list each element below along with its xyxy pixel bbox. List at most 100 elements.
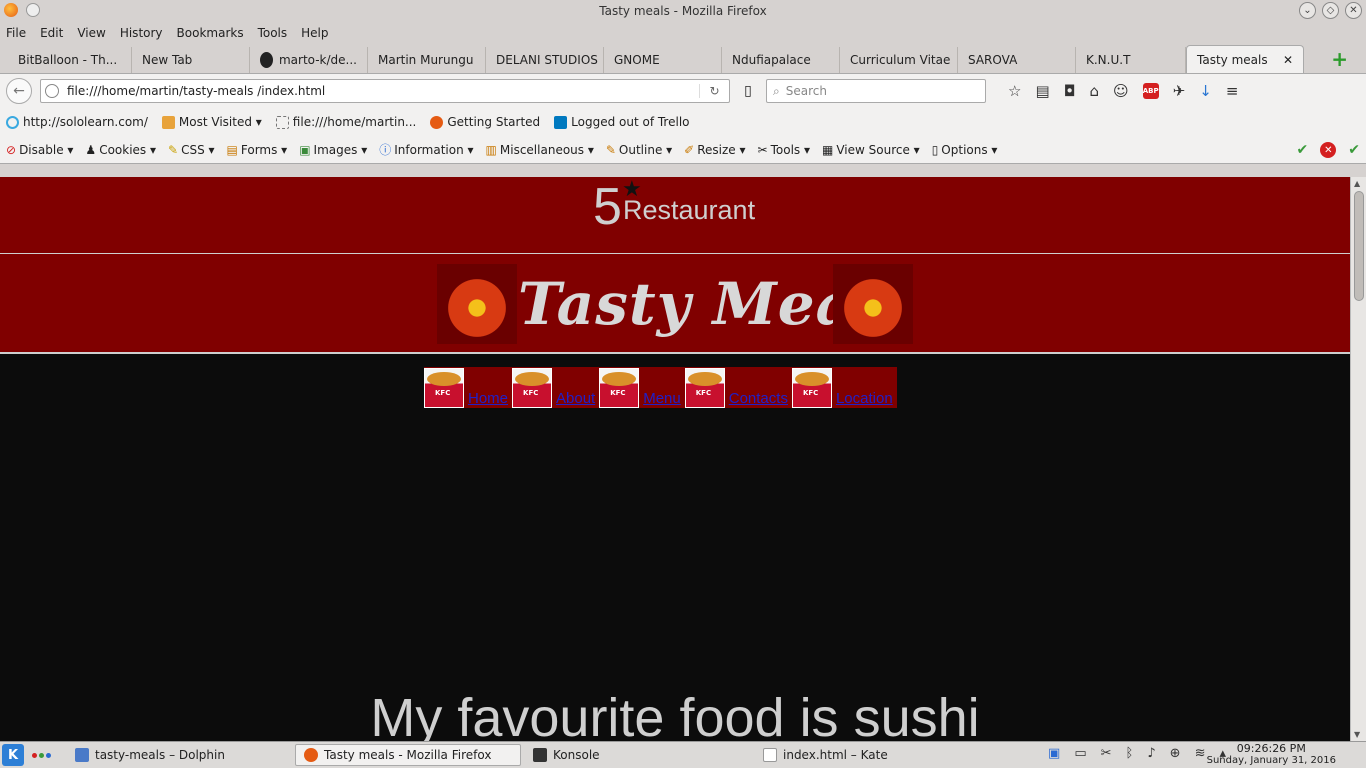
bookmark-star-icon[interactable]: ☆ [1008, 82, 1021, 100]
bluetooth-icon[interactable]: ᛒ [1126, 746, 1134, 761]
bookmark-trello[interactable]: Logged out of Trello [554, 115, 690, 129]
tab-martin-murungu[interactable]: Martin Murungu [368, 47, 486, 73]
tab-label: DELANI STUDIOS [496, 53, 598, 67]
task-konsole[interactable]: Konsole [525, 744, 753, 766]
home-icon[interactable]: ⌂ [1090, 82, 1100, 100]
dev-css-menu[interactable]: ✎ CSS ▾ [168, 143, 215, 157]
menu-tools[interactable]: Tools [258, 26, 288, 40]
scrollbar-thumb[interactable] [1354, 191, 1364, 301]
bookmark-most-visited[interactable]: Most Visited ▾ [161, 115, 262, 129]
dev-resize-menu[interactable]: ✐ Resize ▾ [684, 143, 745, 157]
tab-curriculum-vitae[interactable]: Curriculum Vitae [840, 47, 958, 73]
dev-outline-menu[interactable]: ✎ Outline ▾ [606, 143, 672, 157]
new-tab-button[interactable]: + [1331, 49, 1348, 69]
download-icon[interactable]: ↓ [1199, 82, 1212, 100]
activities-icon[interactable] [32, 752, 51, 758]
web-developer-toolbar: ⊘ Disable ▾ ♟ Cookies ▾ ✎ CSS ▾ ▤ Forms ▾ ▣ I… [0, 136, 1366, 164]
tab-new-tab[interactable]: New Tab [132, 47, 250, 73]
close-window-button[interactable]: ✕ [1345, 2, 1362, 19]
firefox-icon [304, 748, 318, 762]
brand-header: Tasty Meals [0, 254, 1350, 354]
tab-ndufiapalace[interactable]: Ndufiapalace [722, 47, 840, 73]
search-input[interactable]: ⌕ Search [766, 79, 986, 103]
maximize-button[interactable]: ◇ [1322, 2, 1339, 19]
dev-images-menu[interactable]: ▣ Images ▾ [299, 143, 367, 157]
menu-edit[interactable]: Edit [40, 26, 63, 40]
menu-file[interactable]: File [6, 26, 26, 40]
back-button[interactable]: ← [6, 78, 32, 104]
dev-options-menu[interactable]: ▯ Options ▾ [932, 143, 998, 157]
site-identity-icon[interactable] [45, 84, 59, 98]
menu-history[interactable]: History [120, 26, 163, 40]
dev-forms-menu[interactable]: ▤ Forms ▾ [227, 143, 288, 157]
page-scrollbar[interactable]: ▲ ▼ [1350, 177, 1366, 741]
tab-bitballoon[interactable]: BitBalloon - Th... [8, 47, 132, 73]
dev-tools-menu[interactable]: ✂ Tools ▾ [758, 143, 810, 157]
clipboard-icon[interactable]: ▭ [1074, 746, 1086, 761]
reload-icon[interactable]: ↻ [699, 84, 729, 98]
task-kate[interactable]: index.html – Kate [755, 744, 983, 766]
nav-link-home[interactable]: Home [464, 390, 512, 408]
validate-check-icon[interactable]: ✔ [1348, 142, 1360, 158]
validate-error-icon[interactable]: ✕ [1320, 142, 1337, 158]
klipper-icon[interactable]: ✂ [1101, 746, 1112, 761]
tab-delani-studios[interactable]: DELANI STUDIOS [486, 47, 604, 73]
menu-bookmarks[interactable]: Bookmarks [177, 26, 244, 40]
minimize-button[interactable]: ⌄ [1299, 2, 1316, 19]
kde-menu-icon[interactable]: K [2, 744, 24, 766]
nav-link-location[interactable]: Location [832, 390, 897, 408]
dev-information-menu[interactable]: ⓘ Information ▾ [379, 141, 473, 158]
reader-view-icon[interactable]: ▯ [738, 83, 758, 99]
adblock-icon[interactable]: ABP [1142, 83, 1159, 99]
network-icon[interactable]: ⊕ [1170, 746, 1181, 761]
burger-image-left [437, 264, 517, 344]
close-tab-icon[interactable]: ✕ [1283, 53, 1293, 67]
dev-disable-menu[interactable]: ⊘ Disable ▾ [6, 143, 73, 157]
tab-label: Tasty meals [1197, 52, 1268, 67]
tab-marto-k[interactable]: marto-k/de... [250, 47, 368, 73]
information-icon: ⓘ [379, 143, 392, 157]
tab-tasty-meals[interactable]: Tasty meals ✕ [1186, 45, 1304, 73]
tab-knut[interactable]: K.N.U.T [1076, 47, 1186, 73]
volume-icon[interactable]: ♪ [1147, 746, 1155, 761]
dev-menu-label: Miscellaneous ▾ [499, 142, 594, 157]
tab-gnome[interactable]: GNOME [604, 47, 722, 73]
nav-link-contacts[interactable]: Contacts [725, 390, 792, 408]
bookmark-file[interactable]: file:///home/martin... [275, 115, 416, 129]
nav-link-menu[interactable]: Menu [639, 390, 685, 408]
dev-menu-label: Resize ▾ [697, 142, 746, 157]
menu-view[interactable]: View [77, 26, 105, 40]
dev-cookies-menu[interactable]: ♟ Cookies ▾ [85, 143, 156, 157]
dev-menu-label: Forms ▾ [240, 142, 288, 157]
kfc-bucket-image [599, 368, 640, 408]
tab-sarova[interactable]: SAROVA [958, 47, 1076, 73]
images-icon: ▣ [299, 142, 311, 157]
tab-label: New Tab [142, 53, 193, 67]
validate-ok-icon[interactable]: ✔ [1297, 142, 1309, 158]
scroll-down-icon[interactable]: ▼ [1354, 730, 1360, 739]
dev-miscellaneous-menu[interactable]: ▥ Miscellaneous ▾ [486, 143, 594, 157]
pin-icon[interactable] [26, 3, 40, 17]
wifi-icon[interactable]: ≋ [1195, 746, 1206, 761]
kfc-bucket-image [512, 368, 553, 408]
clock[interactable]: 09:26:26 PM Sunday, January 31, 2016 [1207, 743, 1336, 767]
bookmarks-menu-icon[interactable]: ▤ [1035, 82, 1049, 100]
bookmark-sololearn[interactable]: http://sololearn.com/ [6, 115, 148, 129]
pocket-icon[interactable]: ◘ [1064, 82, 1076, 100]
task-firefox[interactable]: Tasty meals - Mozilla Firefox [295, 744, 521, 766]
dev-view-source-menu[interactable]: ▦ View Source ▾ [822, 143, 920, 157]
task-dolphin[interactable]: tasty-meals – Dolphin [67, 744, 289, 766]
extension-icon[interactable]: ✈ [1173, 82, 1186, 100]
task-label: Konsole [553, 748, 600, 762]
burger-image-right [833, 264, 913, 344]
bookmark-label: Logged out of Trello [571, 115, 690, 129]
calendar-icon[interactable]: ▣ [1048, 746, 1060, 761]
hamburger-menu-icon[interactable]: ≡ [1226, 82, 1239, 100]
scroll-up-icon[interactable]: ▲ [1354, 179, 1360, 188]
hello-icon[interactable]: ☺ [1113, 82, 1129, 100]
nav-link-about[interactable]: About [552, 390, 599, 408]
url-bar[interactable]: file:///home/martin/tasty-meals /index.h… [40, 79, 730, 103]
dev-menu-label: View Source ▾ [836, 142, 920, 157]
menu-help[interactable]: Help [301, 26, 328, 40]
bookmark-getting-started[interactable]: Getting Started [430, 115, 540, 129]
